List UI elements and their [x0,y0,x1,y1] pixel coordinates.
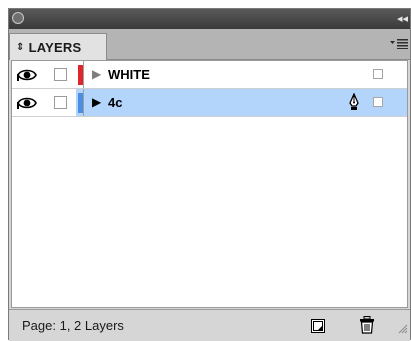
eye-icon [17,69,37,81]
lock-toggle[interactable] [42,89,76,116]
panel-menu-icon[interactable] [390,38,408,52]
up-down-arrows-icon: ⇕ [16,41,25,53]
new-layer-icon[interactable] [311,319,325,338]
expand-triangle-icon[interactable]: ▶ [92,96,101,108]
lock-box [54,96,67,109]
close-icon[interactable] [12,12,24,24]
layer-name[interactable]: WHITE [108,67,150,82]
lock-toggle[interactable] [42,61,76,88]
layer-row-4c[interactable]: ▶ 4c [12,89,407,117]
trash-icon[interactable] [359,316,375,339]
collapse-arrows-icon[interactable]: ◂◂ [397,13,408,25]
visibility-toggle[interactable] [12,61,43,88]
tab-bar: ⇕ LAYERS [9,29,410,60]
layer-name[interactable]: 4c [108,95,122,110]
visibility-toggle[interactable] [12,89,43,116]
tab-layers[interactable]: ⇕ LAYERS [9,33,107,60]
lock-box [54,68,67,81]
layer-select-box[interactable] [373,69,383,79]
layers-list: ▶ WHITE ▶ 4c [11,60,408,308]
layer-select-box[interactable] [373,97,383,107]
panel-titlebar[interactable]: ◂◂ [9,9,410,29]
resize-grip-icon[interactable] [398,321,408,339]
layer-row-white[interactable]: ▶ WHITE [12,61,407,89]
layers-panel: ◂◂ ⇕ LAYERS ▶ WHITE ▶ 4c Page: 1, 2 Laye… [8,8,411,341]
expand-triangle-icon[interactable]: ▶ [92,68,101,80]
status-text: Page: 1, 2 Layers [22,318,124,333]
panel-footer: Page: 1, 2 Layers [9,309,410,341]
eye-icon [17,97,37,109]
pen-icon [348,92,360,116]
tab-layers-label: LAYERS [28,39,82,55]
